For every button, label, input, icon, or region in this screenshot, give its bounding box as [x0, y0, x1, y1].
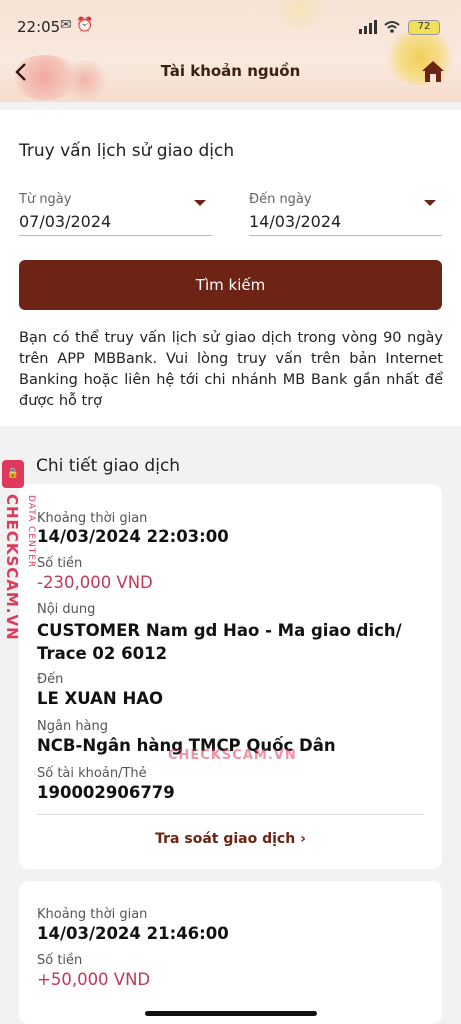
- time-label: Khoảng thời gian: [37, 907, 148, 922]
- chevron-right-icon: ›: [300, 831, 306, 847]
- time-label: Khoảng thời gian: [37, 511, 148, 526]
- amount-value: +50,000 VND: [37, 970, 151, 989]
- signal-icon: [359, 20, 400, 34]
- watermark-brand-text: CHECKSCAM.VN: [3, 494, 21, 641]
- from-date-label: Từ ngày: [19, 192, 72, 207]
- battery-indicator: 72: [408, 20, 440, 35]
- lock-icon: 🔒: [2, 460, 24, 488]
- transaction-card: Khoảng thời gian 14/03/2024 22:03:00 Số …: [19, 484, 442, 869]
- to-date-value: 14/03/2024: [249, 212, 342, 231]
- time-value: 14/03/2024 22:03:00: [37, 527, 229, 546]
- recipient-label: Đến: [37, 672, 64, 687]
- content-label: Nội dung: [37, 602, 96, 617]
- blossom-decoration: [270, 0, 330, 30]
- divider: [37, 814, 424, 815]
- home-icon: [422, 61, 444, 82]
- watermark-subtext: DATA CENTER: [26, 495, 36, 569]
- transaction-card: Khoảng thời gian 14/03/2024 21:46:00 Số …: [19, 881, 442, 1024]
- amount-label: Số tiền: [37, 556, 83, 571]
- account-label: Số tài khoản/Thẻ: [37, 766, 147, 781]
- content-value: CUSTOMER Nam gd Hao - Ma giao dich/ Trac…: [37, 621, 402, 663]
- details-title: Chi tiết giao dịch: [36, 456, 181, 476]
- search-title: Truy vấn lịch sử giao dịch: [19, 141, 235, 161]
- status-time: 22:05: [17, 18, 61, 36]
- home-indicator: [145, 1011, 317, 1016]
- amount-label: Số tiền: [37, 953, 83, 968]
- from-date-value: 07/03/2024: [19, 212, 112, 231]
- account-value: 190002906779: [37, 783, 175, 802]
- bank-label: Ngân hàng: [37, 719, 109, 734]
- amount-value: -230,000 VND: [37, 573, 153, 592]
- search-button[interactable]: Tìm kiếm: [19, 260, 442, 310]
- watermark-center-text: CHECKSCAM.VN: [168, 748, 297, 763]
- dispute-transaction-link[interactable]: Tra soát giao dịch ›: [19, 831, 442, 847]
- caret-down-icon: [194, 200, 206, 206]
- to-date-field[interactable]: Đến ngày 14/03/2024: [249, 192, 442, 236]
- search-note: Bạn có thể truy vấn lịch sử giao dịch tr…: [19, 330, 443, 409]
- watermark-brand: 🔒 CHECKSCAM.VN: [2, 460, 24, 641]
- to-date-label: Đến ngày: [249, 192, 312, 207]
- page-title: Tài khoản nguồn: [160, 62, 301, 80]
- watermark-center: CHECKSCAM.VN: [140, 748, 297, 763]
- app-header: 22:05 ✉ ⏰ 72 Tài khoản nguồn: [0, 0, 461, 102]
- caret-down-icon: [424, 200, 436, 206]
- recipient-value: LE XUAN HAO: [37, 689, 164, 708]
- home-button[interactable]: [420, 58, 446, 84]
- time-value: 14/03/2024 21:46:00: [37, 924, 229, 943]
- notification-icons: ✉ ⏰: [60, 17, 94, 33]
- dispute-link-label: Tra soát giao dịch: [155, 831, 296, 847]
- from-date-field[interactable]: Từ ngày 07/03/2024: [19, 192, 212, 236]
